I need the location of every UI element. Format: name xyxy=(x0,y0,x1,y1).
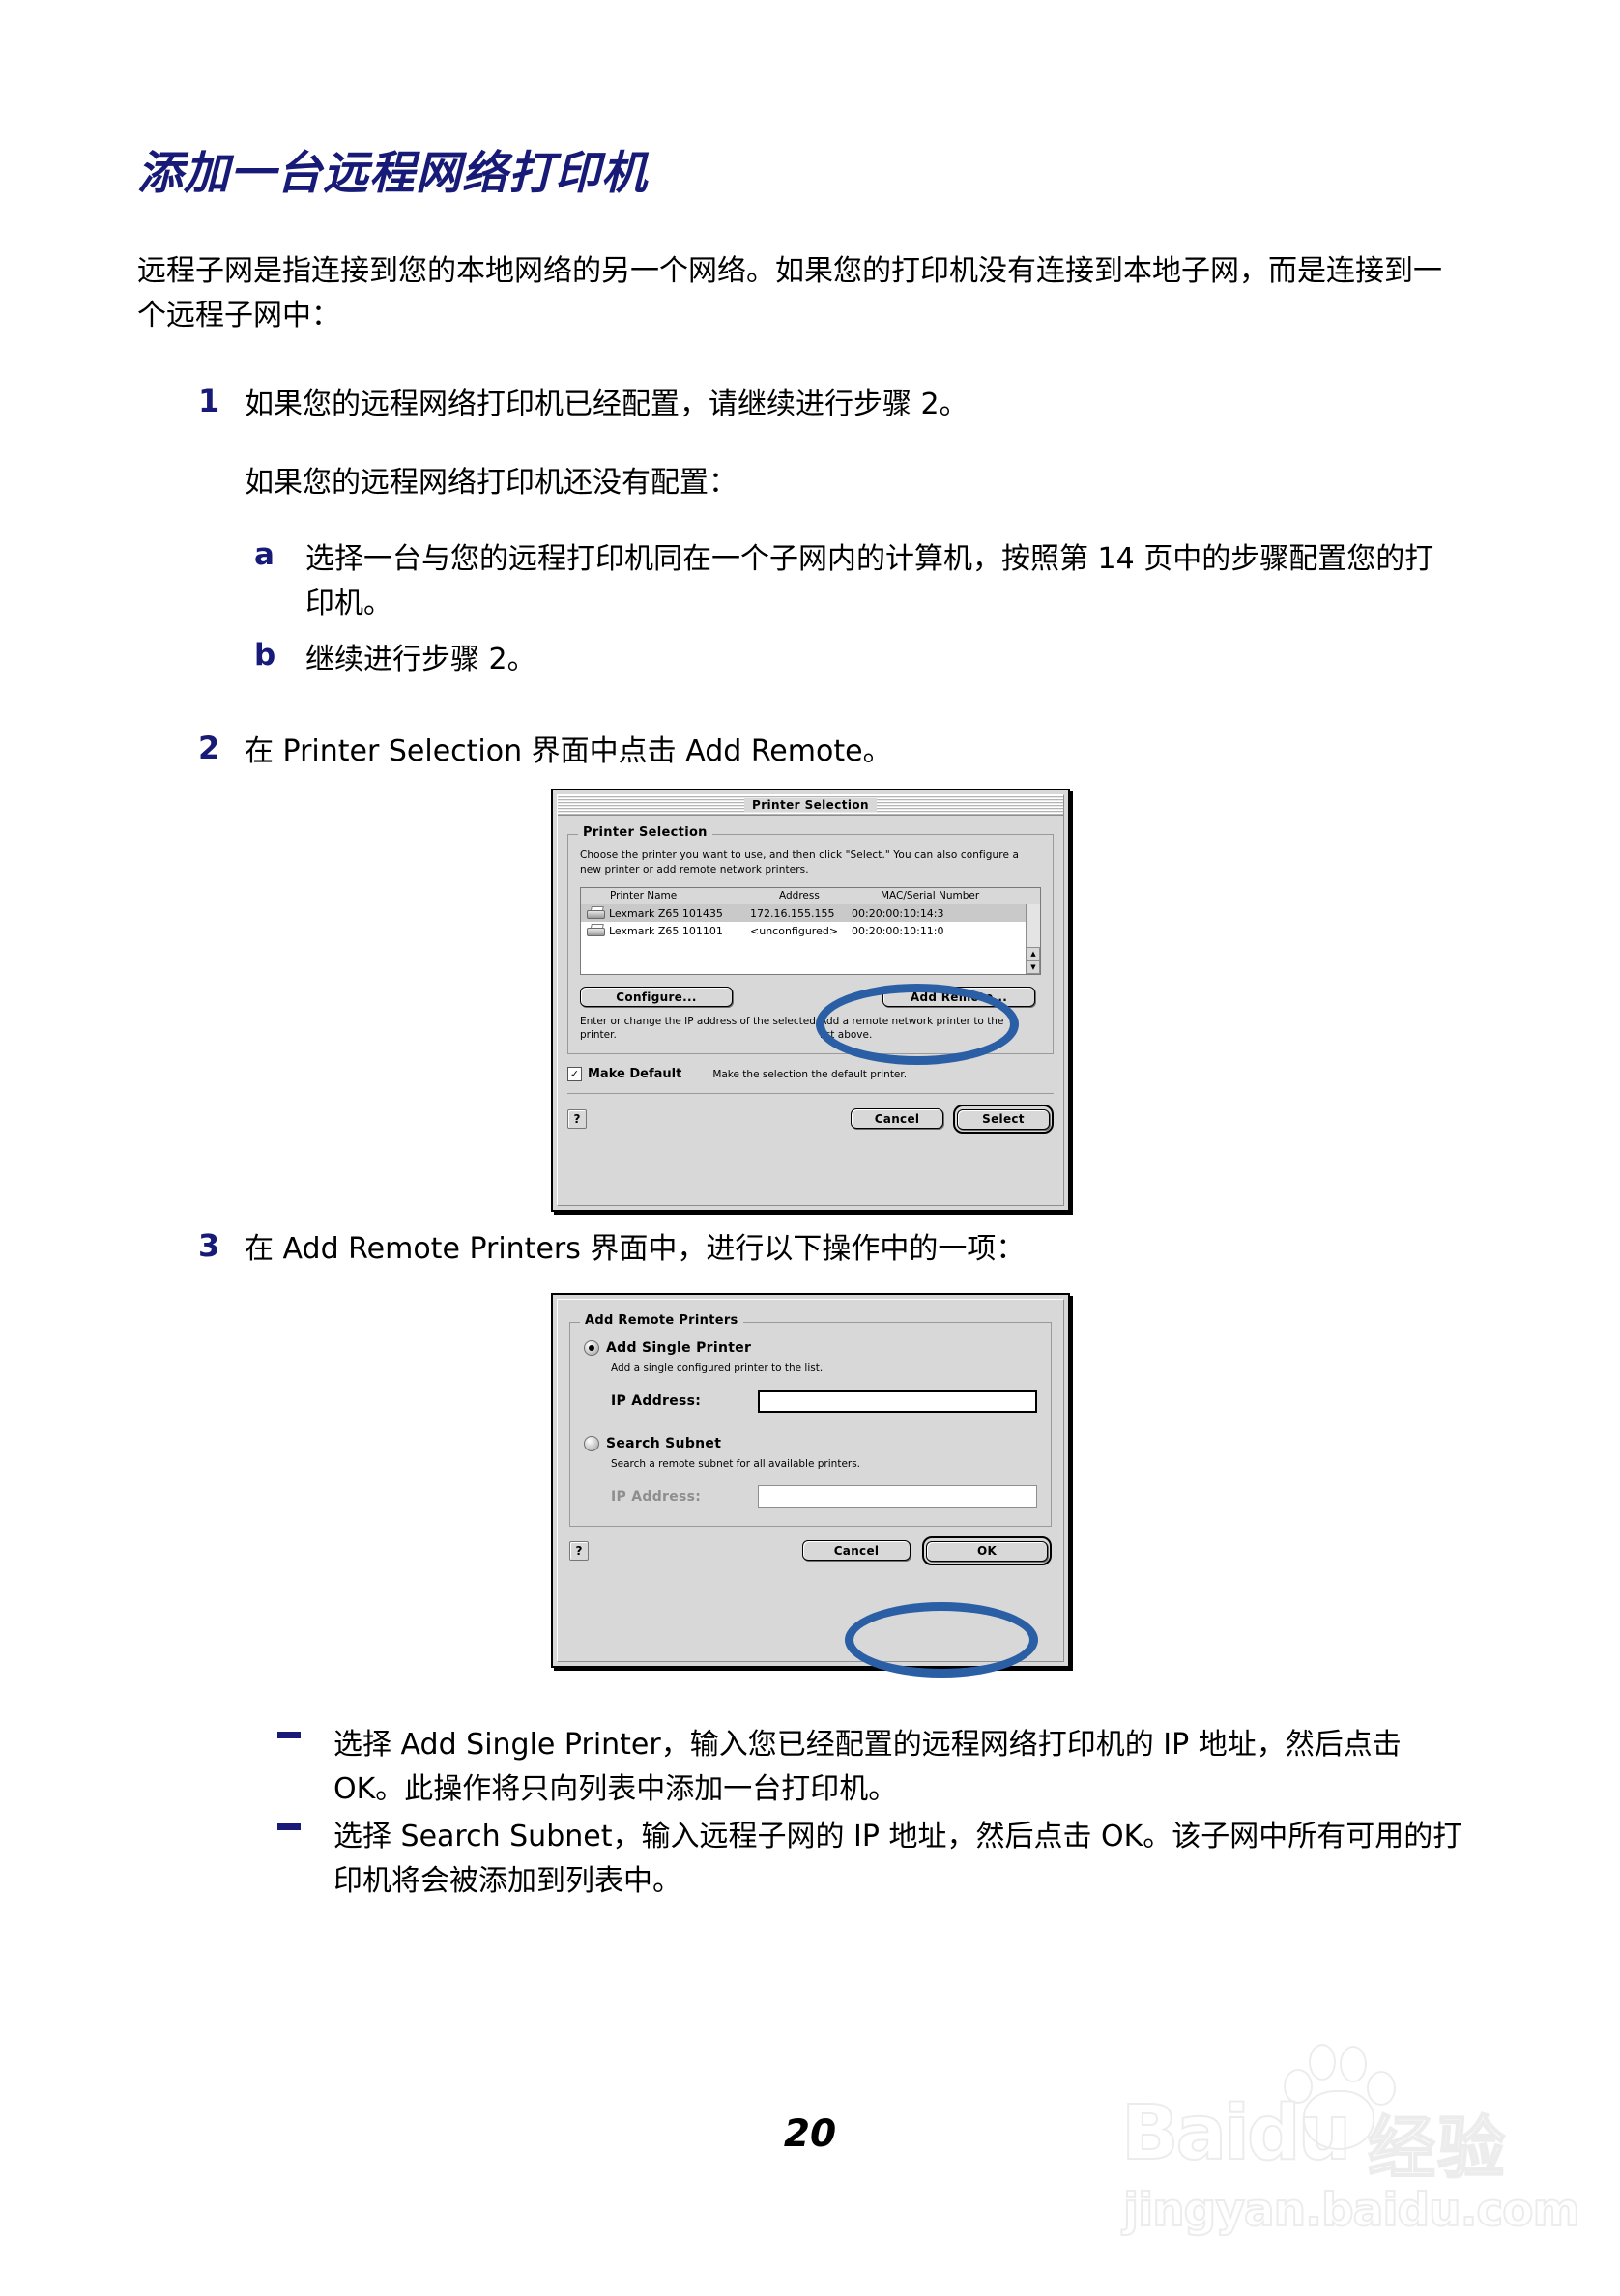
single-printer-ip-row: IP Address: xyxy=(611,1390,1037,1413)
select-button-default-ring: Select xyxy=(953,1105,1054,1134)
cell-address: <unconfigured> xyxy=(750,924,839,937)
dialog-divider xyxy=(567,1093,1054,1094)
step-1-marker: 1 xyxy=(198,383,220,419)
table-row[interactable]: Lexmark Z65 101435 172.16.155.155 00:20:… xyxy=(581,904,1040,922)
single-printer-ip-label: IP Address: xyxy=(611,1393,702,1409)
bullet-text: 选择 Search Subnet，输入远程子网的 IP 地址，然后点击 OK。该… xyxy=(333,1820,1462,1898)
ok-button-default-ring: OK xyxy=(922,1536,1052,1565)
cell-mac: 00:20:00:10:11:0 xyxy=(852,924,944,937)
printer-name-text: Lexmark Z65 101101 xyxy=(609,924,723,937)
cancel-button[interactable]: Cancel xyxy=(851,1108,943,1130)
subnet-ip-row: IP Address: xyxy=(611,1485,1037,1508)
make-default-row[interactable]: ✓ Make Default Make the selection the de… xyxy=(567,1067,1054,1081)
groupbox-hint-row: Enter or change the IP address of the se… xyxy=(580,1015,1041,1042)
add-remote-groupbox: Add Remote Printers Add Single Printer A… xyxy=(569,1313,1052,1527)
bullet-text: 选择 Add Single Printer，输入您已经配置的远程网络打印机的 I… xyxy=(333,1728,1402,1806)
radio-selected-icon[interactable] xyxy=(584,1340,599,1356)
add-single-printer-description: Add a single configured printer to the l… xyxy=(611,1363,824,1374)
step-2-text: 在 Printer Selection 界面中点击 Add Remote。 xyxy=(245,734,892,768)
intro-paragraph: 远程子网是指连接到您的本地网络的另一个网络。如果您的打印机没有连接到本地子网，而… xyxy=(137,254,1442,332)
subnet-ip-input[interactable] xyxy=(758,1485,1037,1508)
dialog-footer: ? Cancel OK xyxy=(569,1536,1052,1565)
dialog-content: Printer Selection Choose the printer you… xyxy=(558,816,1063,1143)
add-remote-button[interactable]: Add Remote... xyxy=(882,987,1035,1007)
step-3-text: 在 Add Remote Printers 界面中，进行以下操作中的一项： xyxy=(245,1232,1026,1266)
printer-icon xyxy=(586,924,605,937)
cancel-button[interactable]: Cancel xyxy=(802,1540,911,1562)
dialog-inner-frame: Add Remote Printers Add Single Printer A… xyxy=(557,1299,1064,1662)
add-single-printer-label: Add Single Printer xyxy=(606,1340,752,1356)
select-button[interactable]: Select xyxy=(957,1108,1050,1130)
step-3: 3 在 Add Remote Printers 界面中，进行以下操作中的一项： xyxy=(198,1227,1484,1272)
step-2-marker: 2 xyxy=(198,730,220,766)
column-header-printer-name: Printer Name xyxy=(610,890,678,902)
bullet-item: 选择 Add Single Printer，输入您已经配置的远程网络打印机的 I… xyxy=(277,1723,1466,1812)
add-remote-hint: Add a remote network printer to the list… xyxy=(820,1016,1004,1041)
printer-icon xyxy=(586,906,605,920)
help-icon[interactable]: ? xyxy=(567,1108,587,1129)
search-subnet-label: Search Subnet xyxy=(606,1436,722,1451)
add-single-printer-option[interactable]: Add Single Printer xyxy=(584,1340,1037,1356)
make-default-checkbox[interactable]: ✓ xyxy=(567,1067,582,1081)
step-3-marker: 3 xyxy=(198,1227,220,1264)
step-1a-marker: a xyxy=(254,537,275,572)
step-1a: a 选择一台与您的远程打印机同在一个子网内的计算机，按照第 14 页中的步骤配置… xyxy=(254,537,1453,626)
step-2: 2 在 Printer Selection 界面中点击 Add Remote。 xyxy=(198,730,1455,774)
printer-table[interactable]: Printer Name Address MAC/Serial Number L… xyxy=(580,887,1041,975)
dialog-title-bar: Printer Selection xyxy=(558,795,1063,816)
make-default-label: Make Default xyxy=(588,1067,682,1081)
cell-mac: 00:20:00:10:14:3 xyxy=(852,906,944,920)
dash-bullet-icon xyxy=(277,1823,301,1830)
cell-address: 172.16.155.155 xyxy=(750,906,835,920)
table-body: Lexmark Z65 101435 172.16.155.155 00:20:… xyxy=(581,904,1040,974)
printer-name-text: Lexmark Z65 101435 xyxy=(609,906,723,920)
step-1: 1 如果您的远程网络打印机已经配置，请继续进行步骤 2。 xyxy=(198,383,1455,427)
document-page: 添加一台远程网络打印机 远程子网是指连接到您的本地网络的另一个网络。如果您的打印… xyxy=(0,0,1620,2296)
groupbox-title: Printer Selection xyxy=(578,825,712,840)
groupbox-title: Add Remote Printers xyxy=(580,1313,743,1328)
printer-selection-groupbox: Printer Selection Choose the printer you… xyxy=(567,825,1054,1054)
dialog-title-text: Printer Selection xyxy=(744,798,877,812)
dialog-content: Add Remote Printers Add Single Printer A… xyxy=(558,1300,1063,1575)
printer-selection-dialog: Printer Selection Printer Selection Choo… xyxy=(551,789,1070,1212)
ok-button[interactable]: OK xyxy=(926,1540,1048,1562)
page-title: 添加一台远程网络打印机 xyxy=(137,147,648,200)
groupbox-description: Choose the printer you want to use, and … xyxy=(580,849,1020,875)
dash-bullet-icon xyxy=(277,1732,301,1738)
single-printer-ip-input[interactable] xyxy=(758,1390,1037,1413)
dialog-footer: ? Cancel Select xyxy=(567,1105,1054,1134)
dialog-inner-frame: Printer Selection Printer Selection Choo… xyxy=(557,794,1064,1206)
step-1a-text: 选择一台与您的远程打印机同在一个子网内的计算机，按照第 14 页中的步骤配置您的… xyxy=(305,542,1434,620)
add-remote-printers-dialog: Add Remote Printers Add Single Printer A… xyxy=(551,1293,1070,1678)
printer-list-scrollbar[interactable]: ▲ ▼ xyxy=(1026,904,1040,974)
step-1-text: 如果您的远程网络打印机已经配置，请继续进行步骤 2。 xyxy=(245,387,969,421)
scroll-down-arrow-icon[interactable]: ▼ xyxy=(1027,961,1040,974)
subnet-ip-label: IP Address: xyxy=(611,1489,702,1505)
step-1b: b 继续进行步骤 2。 xyxy=(254,638,1453,682)
table-header-row: Printer Name Address MAC/Serial Number xyxy=(581,888,1040,904)
table-row[interactable]: Lexmark Z65 101101 <unconfigured> 00:20:… xyxy=(581,922,1040,939)
search-subnet-description: Search a remote subnet for all available… xyxy=(611,1458,861,1470)
search-subnet-option[interactable]: Search Subnet xyxy=(584,1436,1037,1451)
radio-unselected-icon[interactable] xyxy=(584,1436,599,1451)
cell-printer-name: Lexmark Z65 101101 xyxy=(581,924,750,937)
scroll-up-arrow-icon[interactable]: ▲ xyxy=(1027,947,1040,961)
step-1b-marker: b xyxy=(254,638,276,673)
watermark-url: jingyan.baidu.com xyxy=(1122,2183,1581,2238)
groupbox-button-row: Configure... Add Remote... xyxy=(580,987,1041,1007)
cell-printer-name: Lexmark Z65 101435 xyxy=(581,906,750,920)
step-1-second-paragraph: 如果您的远程网络打印机还没有配置： xyxy=(245,466,738,500)
column-header-mac: MAC/Serial Number xyxy=(881,890,980,902)
configure-button[interactable]: Configure... xyxy=(580,987,733,1007)
configure-hint: Enter or change the IP address of the se… xyxy=(580,1016,816,1041)
page-number: 20 xyxy=(783,2112,837,2156)
help-icon[interactable]: ? xyxy=(569,1540,589,1561)
bullet-item: 选择 Search Subnet，输入远程子网的 IP 地址，然后点击 OK。该… xyxy=(277,1815,1466,1904)
column-header-address: Address xyxy=(779,890,820,902)
make-default-hint: Make the selection the default printer. xyxy=(712,1068,908,1080)
step-1b-text: 继续进行步骤 2。 xyxy=(305,643,536,676)
